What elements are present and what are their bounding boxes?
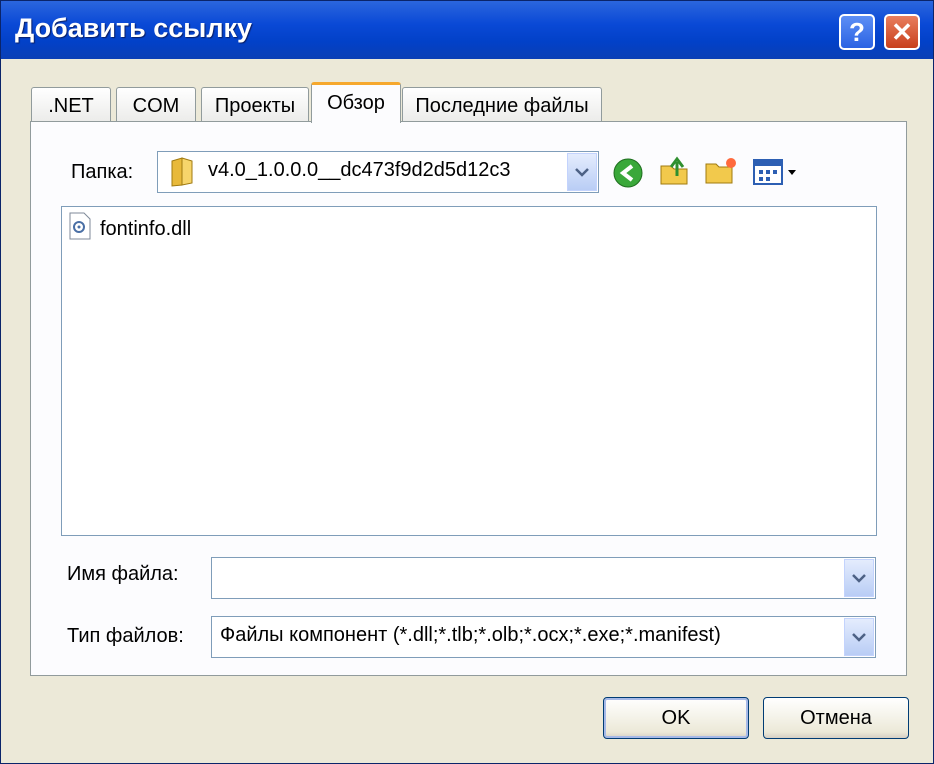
file-name: fontinfo.dll: [100, 217, 192, 240]
folder-path: v4.0_1.0.0.0__dc473f9d2d5d12c3: [208, 159, 511, 181]
tab-com[interactable]: COM: [116, 87, 196, 121]
window-title: Добавить ссылку: [15, 13, 253, 43]
close-icon: ✕: [891, 16, 913, 47]
help-icon: ?: [849, 16, 865, 47]
filename-field[interactable]: [211, 557, 876, 599]
view-menu-icon[interactable]: [752, 157, 800, 192]
filetype-label: Тип файлов:: [67, 625, 184, 647]
tab-projects[interactable]: Проекты: [201, 87, 309, 121]
list-item[interactable]: fontinfo.dll: [68, 212, 192, 246]
folder-select[interactable]: v4.0_1.0.0.0__dc473f9d2d5d12c3: [157, 151, 599, 193]
chevron-down-icon: [575, 168, 589, 177]
tab-recent-files[interactable]: Последние файлы: [402, 87, 602, 121]
file-list[interactable]: fontinfo.dll: [61, 206, 877, 536]
filetype-select[interactable]: Файлы компонент (*.dll;*.tlb;*.olb;*.ocx…: [211, 616, 876, 658]
tab-net[interactable]: .NET: [31, 87, 111, 121]
filetype-dropdown-button[interactable]: [844, 618, 874, 656]
filename-label: Имя файла:: [67, 563, 179, 585]
up-folder-icon[interactable]: [657, 154, 691, 193]
back-icon[interactable]: [612, 157, 644, 194]
chevron-down-icon: [852, 574, 866, 583]
cancel-button[interactable]: Отмена: [763, 697, 909, 739]
folder-icon: [170, 157, 196, 192]
add-reference-dialog: Добавить ссылку ? ✕ .NET COM Проекты Обз…: [0, 0, 934, 764]
filetype-value: Файлы компонент (*.dll;*.tlb;*.olb;*.ocx…: [220, 624, 721, 646]
folder-label: Папка:: [71, 161, 134, 183]
tab-browse[interactable]: Обзор: [311, 82, 401, 123]
filename-dropdown-button[interactable]: [844, 559, 874, 597]
folder-dropdown-button[interactable]: [567, 153, 597, 191]
ok-button[interactable]: OK: [603, 697, 749, 739]
new-folder-icon[interactable]: [704, 156, 738, 191]
dll-file-icon: [68, 212, 92, 246]
help-button[interactable]: ?: [839, 14, 875, 50]
close-button[interactable]: ✕: [884, 14, 920, 50]
title-bar[interactable]: Добавить ссылку ? ✕: [1, 1, 933, 59]
chevron-down-icon: [852, 633, 866, 642]
